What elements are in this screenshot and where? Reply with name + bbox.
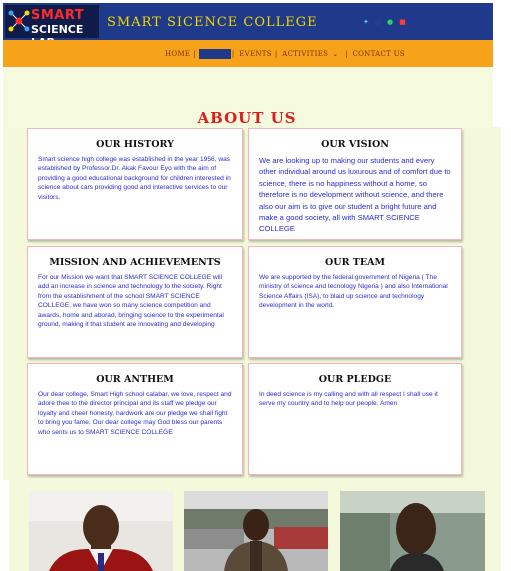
card-anthem: OUR ANTHEM Our dear college, Smart High … — [27, 363, 243, 475]
card-mission: MISSION AND ACHIEVEMENTS For our Mission… — [27, 246, 243, 358]
team-photo-3 — [340, 491, 485, 571]
card-history: OUR HISTORY Smart science high college w… — [27, 128, 243, 240]
youtube-icon[interactable]: ■ — [399, 18, 406, 26]
whatsapp-icon[interactable]: ● — [387, 18, 393, 26]
team-photo-1 — [29, 491, 173, 571]
nav-about[interactable]: ABOUT — [198, 49, 231, 59]
logo-text-smart: SMART — [31, 8, 85, 23]
card-text: We are supported by the federal governme… — [259, 274, 448, 310]
social-links: ✦ ◎ ● ■ — [363, 18, 406, 26]
card-title: OUR PLEDGE — [318, 374, 392, 385]
site-logo[interactable]: SMART SCIENCE LAB — [5, 5, 99, 49]
card-pledge: OUR PLEDGE In deed science is my calling… — [248, 363, 462, 475]
about-heading: ABOUT US — [197, 109, 297, 127]
card-vision: OUR VISION We are looking up to making o… — [248, 128, 462, 240]
atom-logo-icon — [8, 10, 30, 32]
card-title: OUR VISION — [321, 139, 389, 150]
card-text: For our Mission we want that SMART SCIEN… — [38, 274, 224, 329]
card-text: Smart science high college was establish… — [38, 156, 231, 201]
card-title: OUR ANTHEM — [96, 374, 174, 385]
card-text: In deed science is my calling and with a… — [259, 391, 438, 408]
chevron-down-icon[interactable]: ⌄ — [330, 50, 344, 58]
card-title: MISSION AND ACHIEVEMENTS — [49, 257, 221, 268]
nav-contact[interactable]: CONTACT US — [350, 49, 407, 59]
team-photo-2 — [184, 491, 328, 571]
site-header: SMART SCIENCE LAB SMART SICENCE COLLEGE … — [3, 3, 493, 49]
card-text: Our dear college, Smart High school cala… — [38, 391, 232, 436]
nav-activities[interactable]: ACTIVITIES — [280, 49, 330, 59]
instagram-icon[interactable]: ◎ — [375, 18, 381, 26]
twitter-icon[interactable]: ✦ — [363, 18, 369, 26]
card-team: OUR TEAM We are supported by the federal… — [248, 246, 462, 358]
site-title: SMART SICENCE COLLEGE — [107, 15, 318, 30]
nav-home[interactable]: HOME — [163, 49, 192, 59]
main-nav: HOME | ABOUT | EVENTS | ACTIVITIES ⌄ | C… — [3, 40, 493, 67]
card-title: OUR TEAM — [325, 257, 385, 268]
nav-events[interactable]: EVENTS — [237, 49, 274, 59]
card-text: We are looking up to making our students… — [259, 156, 451, 234]
card-title: OUR HISTORY — [96, 139, 174, 150]
